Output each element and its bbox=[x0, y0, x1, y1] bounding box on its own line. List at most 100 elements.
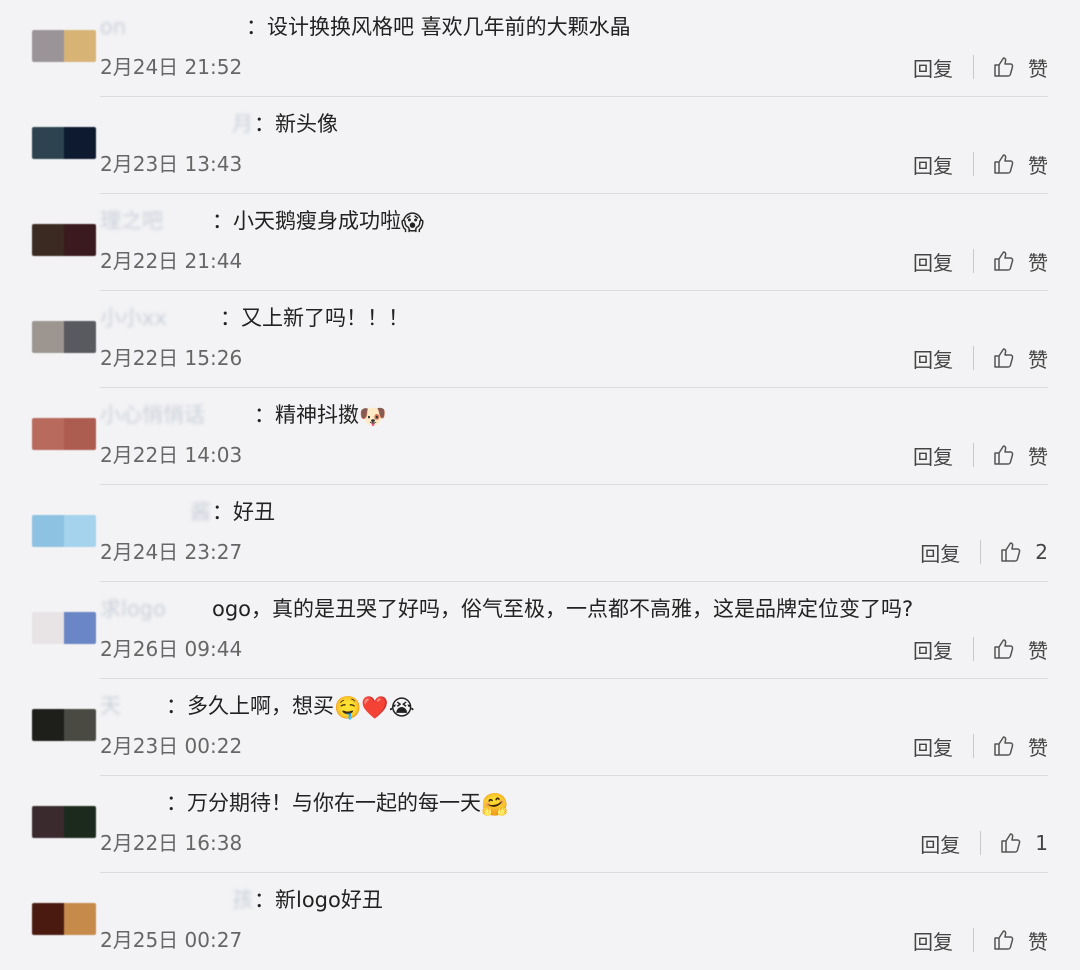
comment-time: 2月22日 14:03 bbox=[100, 443, 243, 467]
avatar-left bbox=[32, 903, 64, 935]
comment-text: ：小天鹅瘦身成功啦😱 bbox=[212, 204, 424, 238]
comment-actions: 回复 1 bbox=[920, 827, 1048, 859]
like-button[interactable]: 1 bbox=[999, 831, 1048, 855]
comment-time: 2月22日 15:26 bbox=[100, 346, 243, 370]
avatar-right bbox=[64, 515, 96, 547]
avatar[interactable] bbox=[32, 612, 96, 644]
avatar[interactable] bbox=[32, 903, 96, 935]
like-button[interactable]: 赞 bbox=[992, 926, 1048, 955]
hugging-emoji-icon: 🤗 bbox=[481, 793, 509, 818]
reply-button[interactable]: 回复 bbox=[913, 150, 953, 179]
avatar[interactable] bbox=[32, 515, 96, 547]
comment-author[interactable]: 理之吧 bbox=[100, 204, 163, 238]
reply-button[interactable]: 回复 bbox=[913, 344, 953, 373]
dog-emoji-icon: 🐶 bbox=[359, 405, 387, 430]
like-label: 赞 bbox=[1028, 153, 1048, 178]
comment-item: ：万分期待！与你在一起的每一天🤗 2月22日 16:38 回复 1 bbox=[0, 776, 1080, 873]
avatar[interactable] bbox=[32, 709, 96, 741]
avatar[interactable] bbox=[32, 30, 96, 62]
avatar-left bbox=[32, 30, 64, 62]
avatar[interactable] bbox=[32, 127, 96, 159]
comment-time: 2月23日 00:22 bbox=[100, 734, 243, 758]
comment-text: ogo，真的是丑哭了好吗，俗气至极，一点都不高雅，这是品牌定位变了吗? bbox=[212, 597, 914, 621]
reply-button[interactable]: 回复 bbox=[913, 441, 953, 470]
comment-time: 2月22日 21:44 bbox=[100, 249, 243, 273]
comment-time: 2月23日 13:43 bbox=[100, 152, 243, 176]
reply-button[interactable]: 回复 bbox=[913, 926, 953, 955]
reply-button[interactable]: 回复 bbox=[920, 829, 960, 858]
action-divider bbox=[973, 928, 974, 952]
comment-item: 孩 ：新logo好丑 2月25日 00:27 回复 赞 bbox=[0, 873, 1080, 970]
reply-button[interactable]: 回复 bbox=[913, 53, 953, 82]
comment-text: ：新头像 bbox=[254, 112, 338, 136]
like-button[interactable]: 赞 bbox=[992, 732, 1048, 761]
action-divider bbox=[973, 346, 974, 370]
comment-item: on ：设计换换风格吧 喜欢几年前的大颗水晶 2月24日 21:52 回复 赞 bbox=[0, 0, 1080, 97]
thumbs-up-icon bbox=[994, 57, 1014, 77]
comment-item: 小心悄悄话 ：精神抖擞🐶 2月22日 14:03 回复 赞 bbox=[0, 388, 1080, 485]
comment-author[interactable]: 求logo bbox=[100, 592, 220, 626]
like-label: 赞 bbox=[1028, 638, 1048, 663]
reply-button[interactable]: 回复 bbox=[913, 247, 953, 276]
comment-author[interactable]: 小小xx bbox=[100, 301, 167, 335]
like-button[interactable]: 赞 bbox=[992, 344, 1048, 373]
avatar-left bbox=[32, 515, 64, 547]
avatar-left bbox=[32, 224, 64, 256]
comment-actions: 回复 赞 bbox=[913, 730, 1048, 762]
reply-button[interactable]: 回复 bbox=[920, 538, 960, 567]
like-button[interactable]: 赞 bbox=[992, 441, 1048, 470]
like-button[interactable]: 2 bbox=[999, 540, 1048, 564]
comment-author[interactable]: 孩 bbox=[232, 883, 253, 917]
comment-actions: 回复 赞 bbox=[913, 342, 1048, 374]
avatar-left bbox=[32, 127, 64, 159]
reply-button[interactable]: 回复 bbox=[913, 635, 953, 664]
comment-text: ：精神抖擞🐶 bbox=[254, 398, 386, 432]
thumbs-up-icon bbox=[1001, 542, 1021, 562]
comment-time: 2月26日 09:44 bbox=[100, 637, 243, 661]
thumbs-up-icon bbox=[994, 154, 1014, 174]
avatar-right bbox=[64, 903, 96, 935]
avatar-left bbox=[32, 709, 64, 741]
comment-author[interactable]: 月 bbox=[232, 107, 253, 141]
heart-emoji-icon: ❤️ bbox=[361, 696, 389, 721]
avatar-right bbox=[64, 30, 96, 62]
avatar-right bbox=[64, 612, 96, 644]
avatar[interactable] bbox=[32, 224, 96, 256]
like-label: 赞 bbox=[1028, 250, 1048, 275]
comment-time: 2月22日 16:38 bbox=[100, 831, 243, 855]
like-label: 赞 bbox=[1028, 735, 1048, 760]
comment-text: ：设计换换风格吧 喜欢几年前的大颗水晶 bbox=[246, 15, 631, 39]
like-button[interactable]: 赞 bbox=[992, 53, 1048, 82]
comment-author[interactable]: 天 bbox=[100, 689, 121, 723]
comment-text: ：好丑 bbox=[212, 500, 275, 524]
avatar-left bbox=[32, 418, 64, 450]
thumbs-up-icon bbox=[994, 930, 1014, 950]
reply-button[interactable]: 回复 bbox=[913, 732, 953, 761]
avatar-right bbox=[64, 321, 96, 353]
comment-author[interactable]: on bbox=[100, 10, 126, 44]
like-button[interactable]: 赞 bbox=[992, 150, 1048, 179]
comment-text: ：万分期待！与你在一起的每一天🤗 bbox=[166, 786, 508, 820]
comment-actions: 回复 赞 bbox=[913, 51, 1048, 83]
action-divider bbox=[973, 55, 974, 79]
comment-author[interactable]: 小心悄悄话 bbox=[100, 398, 205, 432]
avatar[interactable] bbox=[32, 418, 96, 450]
like-button[interactable]: 赞 bbox=[992, 635, 1048, 664]
action-divider bbox=[980, 831, 982, 855]
thumbs-up-icon bbox=[994, 445, 1014, 465]
comment-item: 理之吧 ：小天鹅瘦身成功啦😱 2月22日 21:44 回复 赞 bbox=[0, 194, 1080, 291]
comment-item: 月 ：新头像 2月23日 13:43 回复 赞 bbox=[0, 97, 1080, 194]
like-label: 赞 bbox=[1028, 444, 1048, 469]
comment-text: ：新logo好丑 bbox=[254, 888, 383, 912]
avatar[interactable] bbox=[32, 806, 96, 838]
like-label: 赞 bbox=[1028, 56, 1048, 81]
like-count: 1 bbox=[1035, 831, 1048, 855]
thumbs-up-icon bbox=[994, 736, 1014, 756]
comment-time: 2月24日 23:27 bbox=[100, 540, 243, 564]
avatar[interactable] bbox=[32, 321, 96, 353]
avatar-right bbox=[64, 418, 96, 450]
comment-author[interactable]: 酱 bbox=[190, 495, 211, 529]
comment-time: 2月25日 00:27 bbox=[100, 928, 243, 952]
action-divider bbox=[973, 152, 974, 176]
like-button[interactable]: 赞 bbox=[992, 247, 1048, 276]
